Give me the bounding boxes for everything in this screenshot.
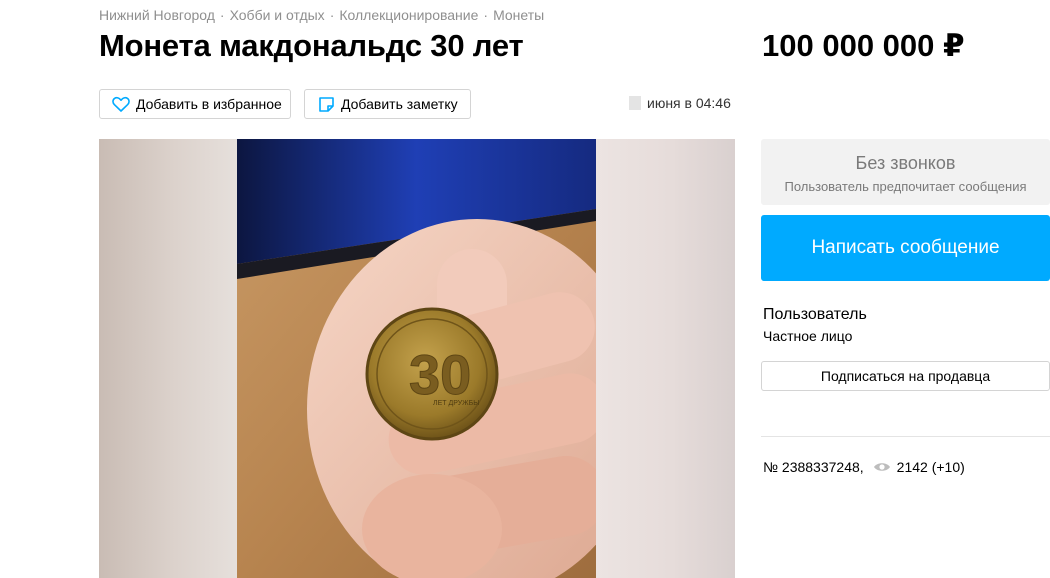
coin-photo[interactable]: 30 ЛЕТ ДРУЖБЫ — [237, 139, 596, 578]
add-note-label: Добавить заметку — [341, 96, 458, 112]
eye-icon — [873, 461, 891, 473]
breadcrumb-item-collecting[interactable]: Коллекционирование — [339, 7, 478, 23]
divider — [761, 436, 1050, 437]
publish-date-text: июня в 04:46 — [647, 95, 731, 111]
breadcrumb-item-city[interactable]: Нижний Новгород — [99, 7, 215, 23]
breadcrumb-separator: · — [329, 7, 335, 23]
subscribe-seller-button[interactable]: Подписаться на продавца — [761, 361, 1050, 391]
no-calls-notice: Без звонков Пользователь предпочитает со… — [761, 139, 1050, 205]
write-message-button[interactable]: Написать сообщение — [761, 215, 1050, 281]
add-to-favorites-button[interactable]: Добавить в избранное — [99, 89, 291, 119]
breadcrumb-item-hobby[interactable]: Хобби и отдых — [230, 7, 325, 23]
page-title: Монета макдональдс 30 лет — [99, 28, 524, 63]
breadcrumb-separator: · — [219, 7, 225, 23]
breadcrumb-item-coins[interactable]: Монеты — [493, 7, 544, 23]
coin-inscription: ЛЕТ ДРУЖБЫ — [433, 400, 479, 407]
no-calls-title: Без звонков — [855, 153, 956, 173]
heart-icon — [112, 95, 130, 113]
note-icon — [317, 95, 335, 113]
add-to-favorites-label: Добавить в избранное — [136, 96, 282, 112]
seller-name[interactable]: Пользователь — [763, 306, 867, 324]
publish-date: июня в 04:46 — [629, 95, 731, 111]
breadcrumb: Нижний Новгород · Хобби и отдых · Коллекцион… — [99, 7, 544, 23]
no-calls-subtitle: Пользователь предпочитает сообщения — [784, 179, 1027, 194]
add-note-button[interactable]: Добавить заметку — [304, 89, 471, 119]
breadcrumb-separator: · — [483, 7, 489, 23]
svg-text:30: 30 — [409, 343, 471, 406]
date-placeholder — [629, 96, 641, 110]
photo-gallery[interactable]: 30 ЛЕТ ДРУЖБЫ — [99, 139, 735, 578]
view-count: 2142 (+10) — [896, 459, 965, 475]
seller-type: Частное лицо — [763, 328, 853, 344]
price: 100 000 000 ₽ — [762, 28, 965, 63]
ad-number: № 2388337248, — [763, 459, 864, 475]
ad-stats: № 2388337248, 2142 (+10) — [763, 459, 965, 475]
